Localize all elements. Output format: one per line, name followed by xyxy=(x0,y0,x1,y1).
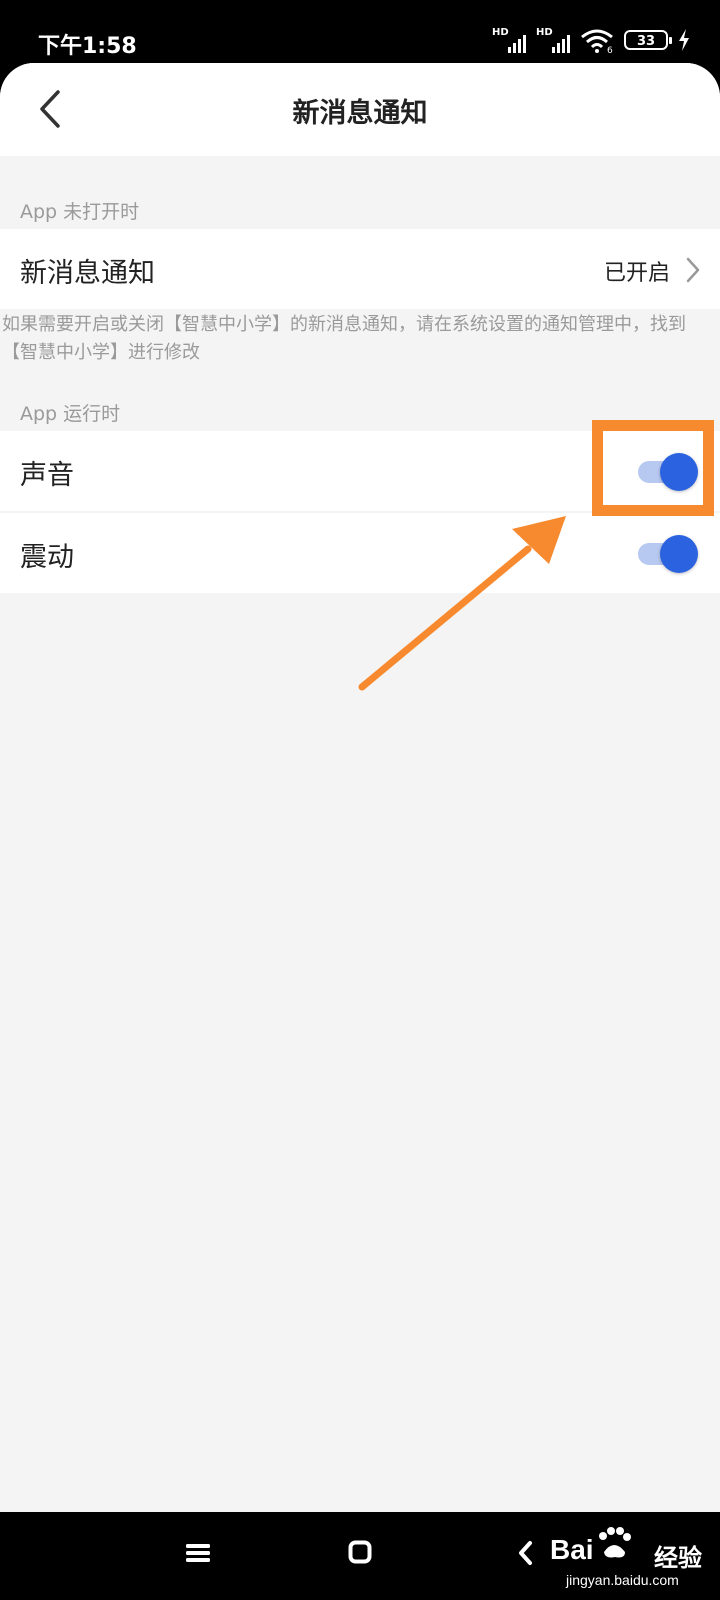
battery-level: 33 xyxy=(636,34,656,49)
vibrate-label: 震动 xyxy=(20,542,74,573)
status-time: 下午1:58 xyxy=(38,34,137,59)
baidu-jingyan-watermark: Bai 经验 jingyan.baidu.com xyxy=(550,1526,715,1594)
notification-status-value: 已开启 xyxy=(603,261,670,286)
section-header-app-running: App 运行时 xyxy=(20,403,121,425)
back-icon[interactable] xyxy=(518,1540,534,1566)
status-icons: HD HD 6 33 xyxy=(492,26,690,54)
settings-screen: 新消息通知 App 未打开时 新消息通知 已开启 如果需要开启或关闭【智慧中小学… xyxy=(0,63,720,1512)
signal-icon: HD xyxy=(536,27,570,53)
sound-label: 声音 xyxy=(20,460,74,491)
notification-hint-text: 如果需要开启或关闭【智慧中小学】的新消息通知，请在系统设置的通知管理中，找到【智… xyxy=(2,314,686,363)
status-bar: 下午1:58 HD HD 6 33 xyxy=(0,0,720,70)
wifi-badge: 6 xyxy=(607,46,613,53)
notification-setting-row[interactable]: 新消息通知 已开启 xyxy=(0,229,720,309)
battery-icon: 33 xyxy=(624,30,672,50)
paw-logo-icon xyxy=(599,1527,631,1558)
header-bar: 新消息通知 xyxy=(0,63,720,156)
home-icon[interactable] xyxy=(348,1540,372,1564)
vibrate-toggle-knob xyxy=(660,535,698,573)
watermark-brand-suffix: 经验 xyxy=(654,1544,702,1572)
wifi-icon: 6 xyxy=(581,29,613,53)
signal-hd-label: HD xyxy=(536,27,553,38)
charging-icon xyxy=(679,29,689,51)
vibrate-toggle[interactable] xyxy=(638,533,698,573)
notification-setting-label: 新消息通知 xyxy=(20,258,155,289)
menu-icon[interactable] xyxy=(186,1542,210,1564)
page-title: 新消息通知 xyxy=(292,98,428,129)
system-nav-bar: Bai 经验 jingyan.baidu.com xyxy=(0,1512,720,1600)
watermark-url: jingyan.baidu.com xyxy=(566,1572,679,1588)
watermark-brand: Bai xyxy=(550,1534,594,1565)
signal-icon: HD xyxy=(492,27,526,53)
signal-hd-label: HD xyxy=(492,27,509,38)
annotation-highlight-box xyxy=(592,420,714,516)
section-header-app-closed: App 未打开时 xyxy=(20,201,140,223)
vibrate-setting-row: 震动 xyxy=(0,513,720,593)
chevron-right-icon xyxy=(686,257,700,283)
